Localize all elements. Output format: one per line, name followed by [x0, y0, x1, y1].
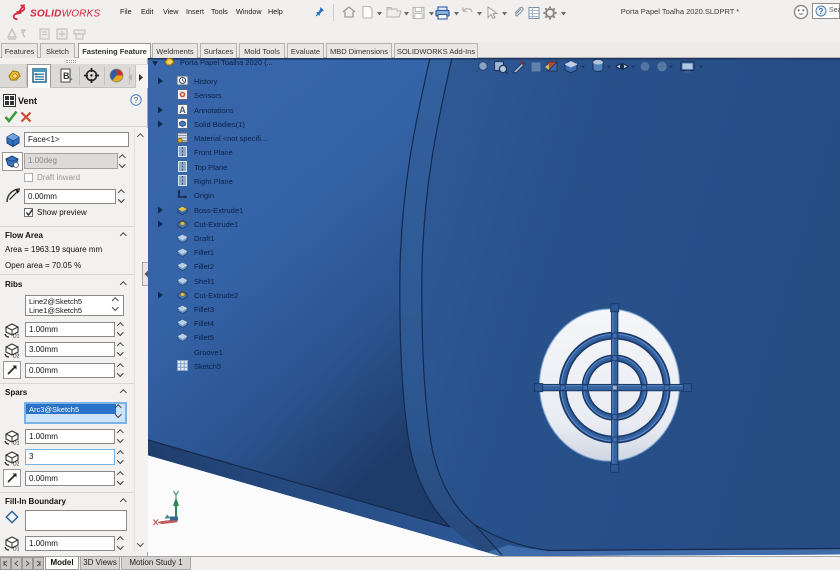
svg-text:D1: D1 — [13, 547, 20, 552]
svg-text:D1: D1 — [13, 334, 20, 339]
svg-text:D1: D1 — [13, 441, 20, 446]
svg-text:A: A — [179, 105, 186, 115]
svg-text:?: ? — [819, 7, 824, 16]
svg-text:SOLIDWORKS: SOLIDWORKS — [30, 9, 100, 20]
svg-text:D2: D2 — [13, 354, 20, 359]
svg-text:D2: D2 — [13, 462, 20, 467]
